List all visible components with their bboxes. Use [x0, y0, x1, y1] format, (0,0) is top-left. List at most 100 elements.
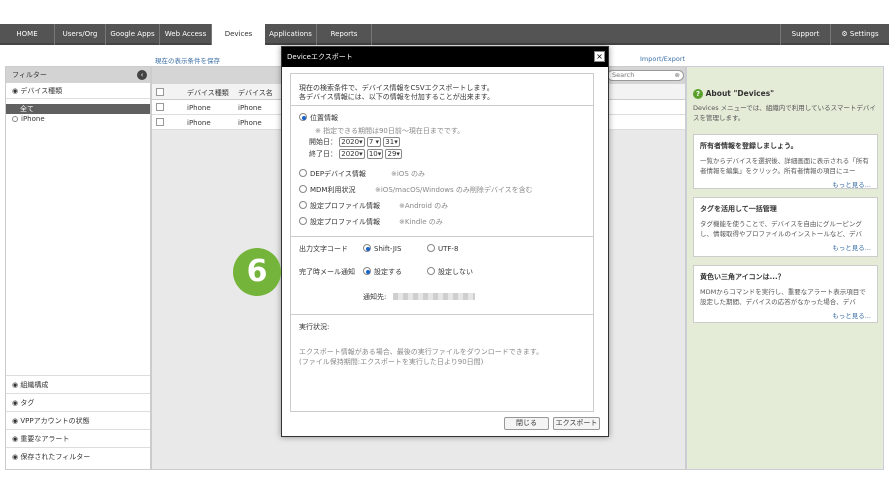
- status-label: 実行状況:: [299, 323, 330, 331]
- close-icon[interactable]: ×: [594, 51, 605, 62]
- radio-notify-yes[interactable]: [363, 267, 371, 275]
- end-year: 2020: [341, 150, 360, 158]
- start-date-row: 開始日： 2020▾ 7 ▾ 31▾: [309, 137, 400, 147]
- cell-type: iPhone: [187, 119, 211, 127]
- end-year-select[interactable]: 2020▾: [339, 149, 365, 159]
- filter-alert-label: 重要なアラート: [20, 435, 70, 443]
- tab-reports[interactable]: Reports: [317, 24, 372, 45]
- start-year-select[interactable]: 2020▾: [339, 137, 365, 147]
- more-link[interactable]: もっと見る...: [700, 179, 871, 189]
- app-window: { "nav": { "tabs": ["HOME","Users/Org","…: [0, 0, 889, 500]
- end-month-select[interactable]: 10▾: [366, 149, 384, 159]
- end-date-row: 終了日： 2020▾ 10▾ 29▾: [309, 149, 402, 159]
- help-card: 黄色い三角アイコンは...？ MDMからコマンドを実行し、重要なアラート表示項目…: [693, 265, 878, 323]
- notify-label: 完了時メール通知: [299, 268, 355, 276]
- divider: [291, 236, 593, 237]
- cell-name: iPhone: [238, 119, 262, 127]
- filter-alert[interactable]: ◉ 重要なアラート: [6, 429, 150, 447]
- filter-iphone[interactable]: iPhone: [6, 114, 150, 124]
- device-type-label: デバイス種類: [20, 87, 63, 95]
- filter-vpp[interactable]: ◉ VPPアカウントの状態: [6, 411, 150, 429]
- dialog-title: Deviceエクスポート: [287, 53, 353, 61]
- intro-line-2: 各デバイス情報には、以下の情報を付加することが出来ます。: [299, 93, 495, 101]
- help-intro: Devices メニューでは、組織内で利用しているスマートデバイスを管理します。: [693, 104, 876, 122]
- collapse-icon[interactable]: ‹: [137, 70, 147, 80]
- export-button[interactable]: エクスポート: [553, 417, 600, 430]
- charset-utf8[interactable]: UTF-8: [427, 244, 458, 253]
- help-card: タグを活用して一括管理 タグ機能を使うことで、デバイスを自由にグルーピングし、情…: [693, 197, 878, 257]
- opt-dep[interactable]: DEPデバイス情報: [299, 169, 366, 179]
- search-input[interactable]: Search ⊗: [607, 70, 684, 81]
- radio-utf8[interactable]: [427, 244, 435, 252]
- radio-location[interactable]: [299, 113, 307, 121]
- notify-to-label: 通知先:: [363, 293, 387, 301]
- filter-org[interactable]: ◉ 組織構成: [6, 375, 150, 393]
- row-checkbox[interactable]: [156, 118, 164, 126]
- filter-org-label: 組織構成: [20, 381, 49, 389]
- close-button[interactable]: 閉じる: [504, 417, 549, 430]
- card-title: タグを活用して一括管理: [700, 205, 777, 213]
- card-body: 一覧からデバイスを選択後、詳細画面に表示される「所有者情報を編集」をクリック。所…: [700, 157, 869, 175]
- help-card: 所有者情報を登録しましょう。 一覧からデバイスを選択後、詳細画面に表示される「所…: [693, 134, 878, 189]
- filter-tag-label: タグ: [20, 399, 35, 407]
- start-day: 31: [385, 138, 395, 146]
- tab-devices[interactable]: Devices: [212, 24, 265, 47]
- start-day-select[interactable]: 31▾: [383, 137, 400, 147]
- charset-sjis[interactable]: Shift-JIS: [363, 244, 401, 253]
- opt-profile-android-label: 設定プロファイル情報: [310, 202, 380, 210]
- row-checkbox[interactable]: [156, 103, 164, 111]
- device-type-section[interactable]: ◉ デバイス種類: [6, 83, 150, 99]
- help-title-text: About "Devices": [705, 89, 775, 98]
- col-device-name[interactable]: デバイス名: [238, 88, 273, 98]
- opt-mdm-note: ※iOS/macOS/Windows のみ削除デバイスを含む: [375, 186, 533, 194]
- tab-web-access[interactable]: Web Access: [160, 24, 212, 45]
- save-filter-link[interactable]: 現在の表示条件を保存: [155, 55, 220, 65]
- notify-yes[interactable]: 設定する: [363, 267, 402, 277]
- start-month-select[interactable]: 7 ▾: [366, 137, 382, 147]
- clear-icon[interactable]: ⊗: [675, 71, 680, 80]
- filter-saved[interactable]: ◉ 保存されたフィルター: [6, 447, 150, 469]
- opt-profile-android[interactable]: 設定プロファイル情報: [299, 201, 380, 211]
- tab-home[interactable]: HOME: [0, 24, 55, 45]
- filter-saved-label: 保存されたフィルター: [20, 453, 91, 461]
- radio-dep[interactable]: [299, 169, 307, 177]
- opt-profile-kindle-label: 設定プロファイル情報: [310, 218, 380, 226]
- notify-email-redacted: [393, 293, 475, 300]
- location-note: ※ 指定できる期間は90日前〜現在日までです。: [315, 127, 465, 135]
- filter-title: フィルター: [12, 71, 47, 79]
- tab-support[interactable]: Support: [780, 24, 831, 45]
- status-text-2: (ファイル保持期間:エクスポートを実行した日より90日間): [299, 358, 484, 366]
- radio-profile-kindle[interactable]: [299, 217, 307, 225]
- gear-icon: ⚙: [841, 30, 848, 38]
- col-device-type[interactable]: デバイス種類: [187, 88, 229, 98]
- opt-location[interactable]: 位置情報: [299, 113, 338, 123]
- filter-iphone-label: iPhone: [21, 115, 45, 123]
- radio-sjis[interactable]: [363, 244, 371, 252]
- more-link[interactable]: もっと見る...: [700, 242, 871, 252]
- dialog-titlebar: Deviceエクスポート ×: [282, 47, 608, 67]
- tab-users-org[interactable]: Users/Org: [55, 24, 106, 45]
- more-link[interactable]: もっと見る...: [700, 310, 871, 320]
- end-month: 10: [368, 150, 378, 158]
- opt-mdm[interactable]: MDM利用状況: [299, 185, 355, 195]
- radio-icon: [12, 116, 18, 122]
- filter-tag[interactable]: ◉ タグ: [6, 393, 150, 411]
- card-body: MDMからコマンドを実行し、重要なアラート表示項目で設定した期間、デバイスの応答…: [700, 288, 866, 306]
- tab-google-apps[interactable]: Google Apps: [106, 24, 160, 45]
- export-dialog: Deviceエクスポート × 現在の検索条件で、デバイス情報をCSVエクスポート…: [281, 46, 609, 437]
- expand-icon: ◉: [12, 87, 19, 95]
- end-day: 29: [387, 150, 397, 158]
- card-title: 所有者情報を登録しましょう。: [700, 142, 798, 150]
- radio-notify-no[interactable]: [427, 267, 435, 275]
- notify-no[interactable]: 設定しない: [427, 267, 473, 277]
- filter-all[interactable]: 全て: [6, 104, 150, 114]
- select-all-checkbox[interactable]: [156, 88, 164, 96]
- tab-settings[interactable]: ⚙ Settings: [831, 24, 889, 45]
- settings-label: Settings: [849, 30, 879, 38]
- radio-profile-android[interactable]: [299, 201, 307, 209]
- import-export-link[interactable]: Import/Export: [640, 55, 685, 63]
- end-day-select[interactable]: 29▾: [385, 149, 402, 159]
- radio-mdm[interactable]: [299, 185, 307, 193]
- tab-applications[interactable]: Applications: [265, 24, 317, 45]
- opt-profile-kindle[interactable]: 設定プロファイル情報: [299, 217, 380, 227]
